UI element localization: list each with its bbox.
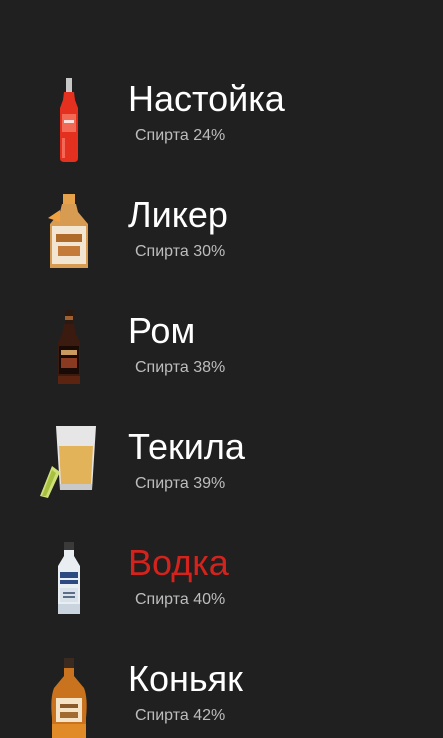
drinks-list: Настойка Спирта 24% Ликер Спирта 30% Ром… — [0, 0, 443, 738]
item-alcohol-percent: Спирта 30% — [135, 243, 226, 260]
item-name: Ром — [128, 310, 196, 351]
item-name: Текила — [128, 426, 245, 467]
list-item-vodka[interactable]: Водка Спирта 40% — [0, 542, 443, 652]
item-name: Ликер — [128, 194, 228, 235]
list-item-tekila[interactable]: Текила Спирта 39% — [0, 426, 443, 536]
cognac-bottle-icon — [38, 658, 100, 738]
list-item-rom[interactable]: Ром Спирта 38% — [0, 310, 443, 420]
item-alcohol-percent: Спирта 40% — [135, 591, 226, 608]
item-alcohol-percent: Спирта 39% — [135, 475, 226, 492]
vodka-bottle-icon — [38, 542, 100, 626]
tequila-shot-lime-icon — [38, 426, 100, 510]
list-item-liker[interactable]: Ликер Спирта 30% — [0, 194, 443, 304]
red-vodka-bottle-icon — [38, 78, 100, 162]
item-name: Коньяк — [128, 658, 243, 699]
item-name: Водка — [128, 542, 229, 583]
item-name: Настойка — [128, 78, 285, 119]
rum-bottle-icon — [38, 310, 100, 394]
item-alcohol-percent: Спирта 42% — [135, 707, 226, 724]
list-item-nastoyka[interactable]: Настойка Спирта 24% — [0, 78, 443, 188]
item-alcohol-percent: Спирта 24% — [135, 127, 226, 144]
list-item-konyak[interactable]: Коньяк Спирта 42% — [0, 658, 443, 738]
item-alcohol-percent: Спирта 38% — [135, 359, 226, 376]
orange-liqueur-bottle-icon — [38, 194, 100, 278]
